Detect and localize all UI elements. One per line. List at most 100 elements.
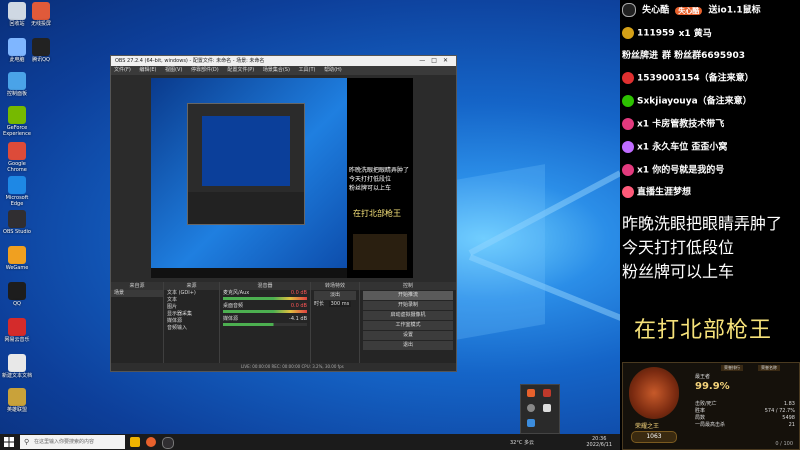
desktop-icon[interactable]: 无线投屏 bbox=[26, 2, 56, 27]
start-streaming-button[interactable]: 开始推流 bbox=[363, 291, 453, 300]
wechat-icon bbox=[622, 95, 634, 107]
message-line: 今天打打低段位 bbox=[622, 238, 735, 257]
source-item[interactable]: 文本 (GDI+) bbox=[164, 290, 219, 297]
overlay-row-text: 1539003154（备注来意） bbox=[637, 73, 754, 84]
overlay-row: 1539003154（备注来意） bbox=[622, 72, 754, 85]
menu-edit[interactable]: 编辑(E) bbox=[139, 67, 156, 73]
stat-label: 胜率 bbox=[695, 408, 706, 414]
overlay-row-text: x1 卡房管教技术带飞 bbox=[637, 119, 725, 130]
desktop-icon[interactable]: Google Chrome bbox=[2, 142, 32, 173]
tray-app-icon[interactable] bbox=[527, 389, 535, 397]
gold-bar-icon bbox=[622, 27, 634, 39]
desktop: 回收站 无线投屏 此电脑 腾讯QQ 控制面板 GeForce Experience Goog… bbox=[0, 0, 620, 434]
message-line: 粉丝牌可以上车 bbox=[622, 262, 735, 281]
card-tab[interactable]: 荣誉名称 bbox=[758, 365, 780, 371]
taskbar: 在这里输入你要搜索的内容 ⚲ 32°C 多云 20:36 2022/6/11 bbox=[0, 434, 620, 450]
app-icon bbox=[32, 2, 50, 20]
mixer-meter bbox=[223, 310, 307, 313]
tray-overflow-popup[interactable] bbox=[520, 384, 560, 434]
desktop-icon[interactable]: QQ bbox=[2, 282, 32, 307]
transitions-panel[interactable]: 转场特效 淡出 时长 300 ms bbox=[311, 282, 360, 371]
window-controls[interactable]: —□✕ bbox=[419, 56, 454, 66]
studio-mode-button[interactable]: 工作室模式 bbox=[363, 321, 453, 330]
desktop-icon[interactable]: 控制面板 bbox=[2, 72, 32, 97]
obs-taskbar-icon[interactable] bbox=[162, 437, 174, 449]
source-item[interactable]: 文本 bbox=[164, 297, 219, 304]
source-item[interactable]: 音频输入 bbox=[164, 325, 219, 332]
virtual-camera-button[interactable]: 启动虚拟摄像机 bbox=[363, 311, 453, 320]
app-icon bbox=[8, 142, 26, 160]
menu-file[interactable]: 文件(F) bbox=[114, 67, 131, 73]
taskbar-search-input[interactable]: 在这里输入你要搜索的内容 bbox=[20, 435, 125, 449]
tray-app-icon[interactable] bbox=[543, 389, 551, 397]
desktop-icon-label: QQ bbox=[13, 301, 21, 307]
taskbar-app-icon[interactable] bbox=[146, 437, 156, 447]
desktop-icon[interactable]: 新建文本文档 bbox=[2, 354, 32, 379]
clock[interactable]: 20:36 2022/6/11 bbox=[586, 436, 612, 448]
exit-button[interactable]: 退出 bbox=[363, 341, 453, 350]
obs-menubar: 文件(F) 编辑(E) 视图(V) 停靠部件(D) 配置文件(P) 场景集合(S… bbox=[111, 66, 456, 75]
source-item[interactable]: 媒体源 bbox=[164, 318, 219, 325]
desktop-icon[interactable]: WeGame bbox=[2, 246, 32, 271]
app-icon bbox=[8, 72, 26, 90]
overlay-row: Sxkjiayouya（备注来意） bbox=[622, 95, 752, 108]
stat-value: 574 / 72.7% bbox=[764, 408, 795, 414]
message-line: 昨晚洗眼把眼睛弄肿了 bbox=[622, 214, 783, 233]
rocket-icon bbox=[622, 164, 634, 176]
tray-app-icon[interactable] bbox=[543, 404, 551, 412]
desktop-icon[interactable]: 网易云音乐 bbox=[2, 318, 32, 343]
mixer-channel: 麦克风/Aux 0.0 dB bbox=[220, 290, 310, 297]
header-gift-text: 送io1.1鼠标 bbox=[708, 5, 761, 16]
desktop-icon-label: 控制面板 bbox=[6, 91, 27, 97]
nested-obs-window bbox=[187, 103, 305, 225]
overlay-row-text: 粉丝牌进 bbox=[622, 51, 659, 61]
overlay-title: 在打北部枪王 bbox=[634, 318, 773, 343]
stat-label: 击败/死亡 bbox=[695, 401, 717, 407]
desktop-icon-label: 新建文本文档 bbox=[2, 373, 33, 379]
overlay-row-extra: x1 黄马 bbox=[678, 28, 712, 39]
tiktok-icon bbox=[622, 3, 636, 17]
mixer-channel: 桌面音频 0.0 dB bbox=[220, 303, 310, 310]
scene-item[interactable]: 场景 bbox=[111, 290, 163, 297]
card-tab[interactable]: 荣誉排行 bbox=[721, 365, 743, 371]
preview-line-1: 昨晚洗眼把眼睛弄肿了 bbox=[349, 167, 410, 174]
desktop-icon[interactable]: 腾讯QQ bbox=[26, 38, 56, 63]
overlay-row-text: x1 你的号就是我的号 bbox=[637, 165, 725, 176]
tray-app-icon[interactable] bbox=[527, 419, 535, 427]
windows-start-icon[interactable] bbox=[4, 437, 14, 447]
clock-date: 2022/6/11 bbox=[586, 442, 612, 448]
menu-view[interactable]: 视图(V) bbox=[165, 67, 182, 73]
desktop-icon[interactable]: 英雄联盟 bbox=[2, 388, 32, 413]
start-recording-button[interactable]: 开始录制 bbox=[363, 301, 453, 310]
mixer-panel[interactable]: 混音器 麦克风/Aux 0.0 dB 桌面音频 0.0 dB 媒体源 -4.1 … bbox=[220, 282, 311, 371]
menu-help[interactable]: 帮助(H) bbox=[324, 67, 342, 73]
streamer-name: 失心酷 bbox=[642, 5, 670, 16]
source-item[interactable]: 显示器采集 bbox=[164, 311, 219, 318]
obs-titlebar[interactable]: OBS 27.2.4 (64-bit, windows) - 配置文件: 未命名… bbox=[111, 56, 456, 66]
rank-percent: 99.9% bbox=[695, 381, 730, 392]
desktop-icon[interactable]: Microsoft Edge bbox=[2, 176, 32, 207]
obs-preview[interactable]: 昨晚洗眼把眼睛弄肿了 今天打打低段位 粉丝牌可以上车 在打北部枪王 bbox=[151, 78, 413, 278]
sources-panel[interactable]: 来源 文本 (GDI+) 文本 图片 显示器采集 媒体源 音频输入 bbox=[164, 282, 220, 371]
obs-window[interactable]: OBS 27.2.4 (64-bit, windows) - 配置文件: 未命名… bbox=[110, 55, 457, 372]
duration-input[interactable]: 300 ms bbox=[328, 301, 352, 307]
tray-app-icon[interactable] bbox=[527, 404, 535, 412]
menu-tools[interactable]: 工具(T) bbox=[299, 67, 316, 73]
transition-select[interactable]: 淡出 bbox=[314, 291, 356, 300]
menu-docks[interactable]: 停靠部件(D) bbox=[191, 67, 219, 73]
overlay-row: x1 你的号就是我的号 bbox=[622, 164, 724, 177]
desktop-icon[interactable]: OBS Studio bbox=[2, 210, 32, 235]
overlay-row: 直播生涯梦想 bbox=[622, 186, 691, 199]
stat-value: 5498 bbox=[782, 415, 795, 421]
source-item[interactable]: 图片 bbox=[164, 304, 219, 311]
desktop-icon-label: GeForce Experience bbox=[3, 125, 31, 137]
settings-button[interactable]: 设置 bbox=[363, 331, 453, 340]
desktop-icon[interactable]: GeForce Experience bbox=[2, 106, 32, 137]
overlay-row-text: x1 永久车位 歪歪小窝 bbox=[637, 142, 728, 153]
mixer-level: -4.1 dB bbox=[289, 316, 307, 322]
scenes-panel[interactable]: 来自源 场景 bbox=[111, 282, 164, 371]
menu-profile[interactable]: 配置文件(P) bbox=[227, 67, 254, 73]
menu-scene-collection[interactable]: 场景集合(S) bbox=[263, 67, 290, 73]
mixer-channel-name: 麦克风/Aux bbox=[223, 290, 250, 296]
taskbar-app-icon[interactable] bbox=[130, 437, 140, 447]
